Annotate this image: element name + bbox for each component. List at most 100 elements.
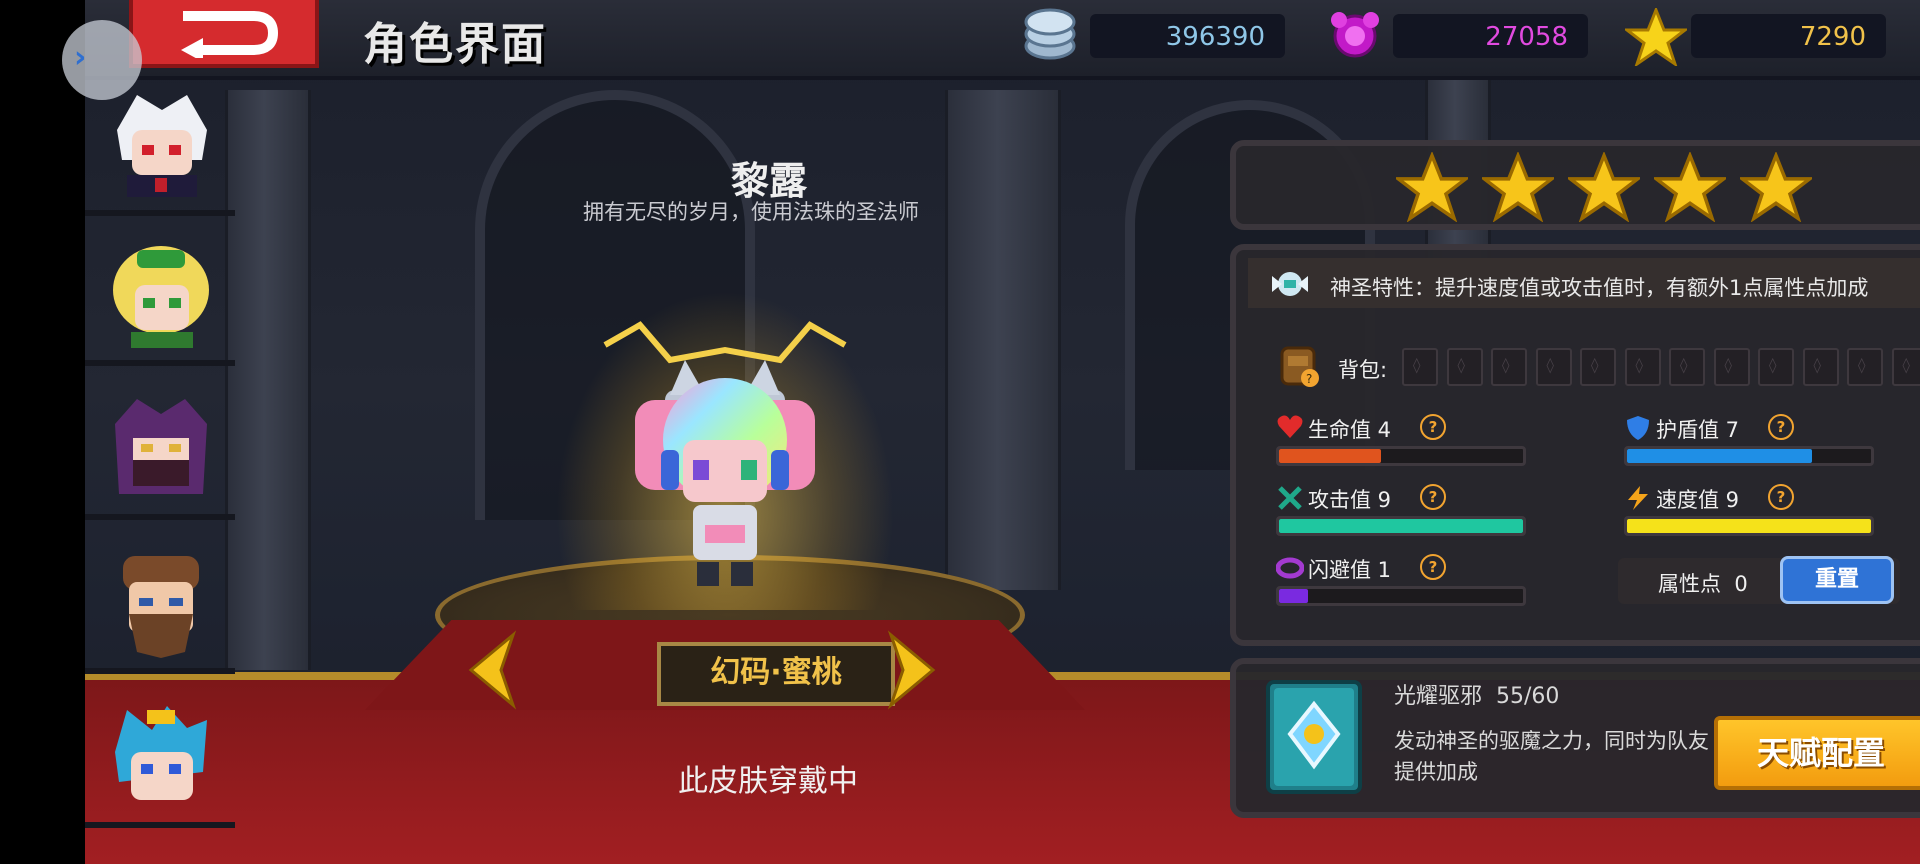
empty-slot-icon: ◊ — [1724, 356, 1732, 374]
stat-speed-fill — [1627, 519, 1871, 533]
shield-icon — [1627, 416, 1649, 440]
background-pillar-left — [225, 90, 311, 670]
hero-sprite[interactable] — [575, 300, 875, 600]
backpack-icon[interactable]: ? — [1276, 342, 1324, 390]
attribute-points-box: 属性点 0 重置 — [1618, 556, 1900, 604]
reset-button[interactable]: 重置 — [1780, 556, 1894, 604]
rating-panel — [1230, 140, 1920, 230]
purple-gem-icon — [1331, 12, 1379, 58]
stars-value: 7290 — [1799, 22, 1866, 52]
roster-hero-2[interactable] — [85, 232, 235, 366]
roster-hero-1[interactable] — [85, 82, 235, 216]
roster-hero-5[interactable] — [85, 694, 235, 828]
skin-name: 幻码·蜜桃 — [710, 655, 842, 690]
coins-value: 396390 — [1165, 22, 1265, 52]
bag-slot[interactable]: ◊ — [1580, 348, 1616, 386]
stat-hp-label: 生命值 4 — [1308, 418, 1392, 442]
hero-avatar-dragon — [115, 706, 207, 800]
rating-star-5 — [1740, 152, 1812, 222]
empty-slot-icon: ◊ — [1813, 356, 1821, 374]
stat-attack-help-icon[interactable]: ? — [1420, 484, 1446, 510]
bag-slot[interactable]: ◊ — [1491, 348, 1527, 386]
stat-shield-help-icon[interactable]: ? — [1768, 414, 1794, 440]
empty-slot-icon: ◊ — [1413, 356, 1421, 374]
empty-slot-icon: ◊ — [1546, 356, 1554, 374]
bag-slot[interactable]: ◊ — [1802, 348, 1839, 386]
attributes-panel: 神圣特性：提升速度值或攻击值时，有额外1点属性点加成 ? 背包: ◊ ◊ ◊ ◊ ◊ ◊ ◊… — [1230, 244, 1920, 646]
stat-dodge-help-icon[interactable]: ? — [1420, 554, 1446, 580]
roster-hero-4[interactable] — [85, 540, 235, 674]
sword-icon — [1278, 486, 1302, 510]
empty-slot-icon: ◊ — [1902, 356, 1910, 374]
top-bar: 角色界面 396390 27058 7290 — [85, 0, 1920, 80]
rating-star-1 — [1396, 152, 1468, 222]
trait-description: 神圣特性：提升速度值或攻击值时，有额外1点属性点加成 — [1330, 276, 1869, 300]
stat-shield-label: 护盾值 7 — [1656, 418, 1740, 442]
stat-attack-bar — [1276, 516, 1526, 536]
roster-hero-3[interactable] — [85, 386, 235, 520]
empty-slot-icon: ◊ — [1591, 356, 1599, 374]
bag-slot[interactable]: ◊ — [1535, 348, 1572, 386]
bag-slot[interactable]: ◊ — [1402, 348, 1438, 386]
skill-panel: 光耀驱邪 55/60 发动神圣的驱魔之力，同时为队友提供加成 天赋配置 — [1230, 658, 1920, 818]
stat-speed-help-icon[interactable]: ? — [1768, 484, 1794, 510]
gold-star-icon — [1625, 8, 1687, 66]
stat-speed-bar — [1624, 516, 1874, 536]
game-scene: 黎露 拥有无尽的岁月，使用法珠的圣法师 幻码·蜜桃 此皮肤穿戴中 角色界面 39… — [85, 0, 1920, 864]
coins-counter: 396390 — [1090, 14, 1285, 58]
hero-avatar-warrior — [123, 556, 199, 658]
back-arrow-icon — [181, 11, 279, 58]
stat-dodge-bar — [1276, 586, 1526, 606]
hero-avatar-ninja — [115, 399, 207, 494]
heart-icon — [1277, 415, 1303, 438]
spellbook-icon[interactable] — [1258, 674, 1370, 800]
attribute-points-label: 属性点 0 — [1658, 568, 1748, 598]
gems-counter: 27058 — [1393, 14, 1588, 58]
angel-trait-icon — [1272, 272, 1308, 296]
bag-slot[interactable]: ◊ — [1446, 348, 1483, 386]
stat-speed-label: 速度值 9 — [1656, 488, 1740, 512]
bag-slot[interactable]: ◊ — [1713, 348, 1750, 386]
talent-config-label: 天赋配置 — [1756, 734, 1885, 772]
empty-slot-icon: ◊ — [1680, 356, 1688, 374]
empty-slot-icon: ◊ — [1502, 356, 1510, 374]
empty-slot-icon: ◊ — [1769, 356, 1777, 374]
skin-status: 此皮肤穿戴中 — [678, 764, 858, 799]
skin-name-plate: 幻码·蜜桃 — [657, 642, 895, 706]
page-title: 角色界面 — [363, 19, 547, 70]
rating-star-2 — [1482, 152, 1554, 222]
empty-slot-icon: ◊ — [1858, 356, 1866, 374]
bag-label: 背包: — [1338, 358, 1388, 382]
bag-slot[interactable]: ◊ — [1891, 348, 1920, 386]
bag-slot[interactable]: ◊ — [1758, 348, 1794, 386]
bag-slot[interactable]: ◊ — [1624, 348, 1661, 386]
skill-description: 发动神圣的驱魔之力，同时为队友提供加成 — [1394, 729, 1709, 784]
back-button[interactable] — [129, 0, 319, 68]
reset-button-label: 重置 — [1814, 567, 1859, 592]
talent-config-button[interactable]: 天赋配置 — [1714, 716, 1920, 790]
roster-toggle-button[interactable]: › — [62, 20, 142, 100]
bag-slot[interactable]: ◊ — [1847, 348, 1883, 386]
hero-avatar-vampire — [117, 95, 207, 197]
silver-coins-icon — [1024, 8, 1076, 60]
rating-star-4 — [1654, 152, 1726, 222]
skill-name: 光耀驱邪 55/60 — [1394, 678, 1559, 710]
hero-description: 拥有无尽的岁月，使用法珠的圣法师 — [583, 200, 919, 224]
stat-dodge-fill — [1279, 589, 1309, 603]
skill-progress: 55/60 — [1496, 684, 1560, 709]
attribute-points-value: 0 — [1734, 572, 1748, 596]
next-skin-arrow[interactable] — [881, 630, 941, 710]
stat-attack-fill — [1279, 519, 1523, 533]
hero-avatar-elf — [113, 246, 209, 348]
stat-hp-bar — [1276, 446, 1526, 466]
chevron-right-icon: › — [74, 40, 87, 75]
prev-skin-arrow[interactable] — [463, 630, 523, 710]
lightning-icon — [1628, 486, 1648, 510]
stat-hp-help-icon[interactable]: ? — [1420, 414, 1446, 440]
stat-shield-fill — [1627, 449, 1813, 463]
rating-star-3 — [1568, 152, 1640, 222]
background-pillar-mid — [945, 90, 1061, 590]
attribute-points-text: 属性点 — [1658, 572, 1721, 596]
bag-slot[interactable]: ◊ — [1669, 348, 1705, 386]
stars-counter: 7290 — [1691, 14, 1886, 58]
